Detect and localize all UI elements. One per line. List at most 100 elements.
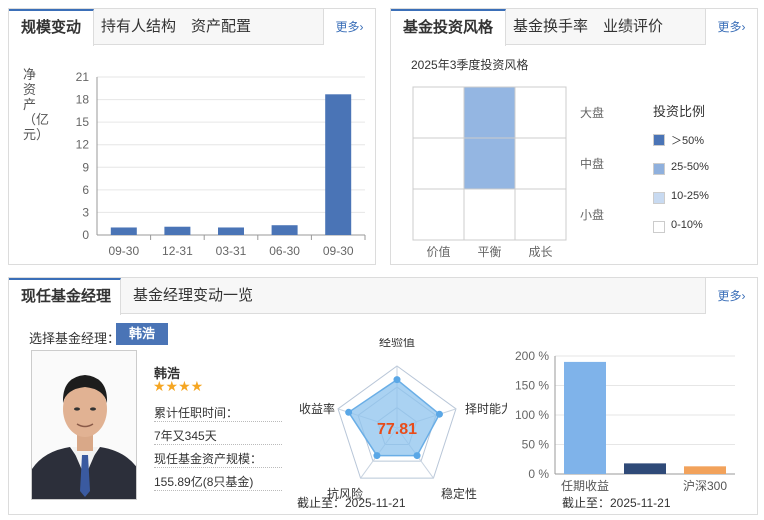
- col-label: 成长: [528, 245, 552, 259]
- radar-point: [345, 408, 353, 416]
- legend-label: 25-50%: [671, 161, 709, 173]
- legend-label: 10-25%: [671, 190, 709, 202]
- style-cell: [514, 188, 567, 241]
- bar: [218, 227, 244, 235]
- aum-value: 155.89亿(8只基金): [154, 475, 254, 489]
- bar: [164, 226, 191, 235]
- row-label: 大盘: [580, 105, 604, 120]
- scale-more-link[interactable]: 更多›: [323, 9, 375, 45]
- style-cell: [463, 188, 516, 241]
- rating-stars: ★★★★: [153, 378, 204, 394]
- y-tick-label: 150 %: [515, 379, 549, 393]
- y-tick-label: 18: [76, 93, 90, 107]
- y-tick-label: 0 %: [528, 467, 549, 481]
- legend-swatch: [653, 134, 665, 146]
- style-cell: [412, 86, 465, 139]
- divider: [154, 421, 282, 422]
- manager-more-link[interactable]: 更多›: [705, 278, 757, 314]
- select-manager-label: 选择基金经理：: [29, 331, 121, 346]
- y-tick-label: 6: [82, 183, 89, 197]
- radar-point: [413, 452, 421, 460]
- y-tick-label: 15: [76, 115, 90, 129]
- y-tick-label: 0: [82, 228, 89, 242]
- y-tick-label: 200 %: [515, 349, 549, 363]
- y-tick-label: 3: [82, 205, 89, 219]
- radar-point: [435, 410, 443, 418]
- radar-axis-label: 经验值: [379, 338, 415, 349]
- chevron-right-icon: ›: [741, 20, 746, 34]
- aum-label: 现任基金资产规模：: [154, 452, 263, 466]
- style-cell: [412, 137, 465, 190]
- radar-score: 77.81: [377, 421, 417, 438]
- scale-panel: 规模变动 持有人结构 资产配置 更多› 净资产（亿元） 0 3 6 9 12 15 18 21…: [8, 8, 376, 265]
- col-label: 平衡: [477, 245, 501, 259]
- style-tabs: 基金投资风格 基金换手率 业绩评价 更多›: [391, 9, 757, 46]
- tenure-value: 7年又345天: [154, 429, 217, 443]
- bar: [684, 466, 726, 474]
- bar: [325, 94, 352, 235]
- x-tick-label: 任期收益: [561, 479, 609, 493]
- tab-holder-structure[interactable]: 持有人结构: [89, 9, 188, 45]
- manager-avatar: [32, 351, 136, 499]
- legend-label: 0-10%: [671, 219, 703, 231]
- bar: [110, 227, 137, 235]
- bar: [624, 463, 666, 474]
- radar-point: [393, 376, 401, 384]
- tab-scale-change[interactable]: 规模变动: [9, 9, 95, 46]
- tab-manager-history[interactable]: 基金经理变动一览: [121, 278, 265, 314]
- chevron-right-icon: ›: [359, 20, 364, 34]
- y-tick-label: 50 %: [522, 438, 550, 452]
- bar-date: 截止至：2025-11-21: [562, 496, 671, 510]
- x-tick-label: 09-30: [108, 244, 139, 258]
- style-cell: [412, 188, 465, 241]
- divider: [154, 490, 282, 491]
- tab-asset-allocation[interactable]: 资产配置: [179, 9, 263, 45]
- radar-point: [373, 452, 381, 460]
- row-label: 中盘: [580, 156, 604, 171]
- legend-swatch: [653, 163, 665, 175]
- legend-label: ＞50%: [671, 135, 705, 147]
- ability-radar-chart: 77.81经验值择时能力稳定性抗风险收益率: [299, 338, 507, 501]
- x-tick-label: 12-31: [162, 244, 193, 258]
- row-label: 小盘: [580, 207, 604, 222]
- x-tick-label: 沪深300: [683, 479, 727, 493]
- style-cell: [514, 86, 567, 139]
- tab-performance-eval[interactable]: 业绩评价: [591, 9, 675, 45]
- x-tick-label: 06-30: [269, 244, 300, 258]
- tenure-label: 累计任职时间：: [154, 406, 239, 420]
- y-tick-label: 9: [82, 160, 89, 174]
- tab-investment-style[interactable]: 基金投资风格: [391, 9, 507, 46]
- tab-current-manager[interactable]: 现任基金经理: [9, 278, 121, 315]
- x-tick-label: 03-31: [216, 244, 247, 258]
- radar-date: 截止至：2025-11-21: [297, 496, 406, 510]
- manager-photo: [31, 350, 137, 500]
- legend-swatch: [653, 192, 665, 204]
- divider: [154, 467, 282, 468]
- manager-select-button[interactable]: 韩浩: [116, 323, 168, 345]
- manager-panel: 现任基金经理 基金经理变动一览 更多› 选择基金经理： 韩浩 韩浩 ★★★★ 累…: [8, 277, 758, 515]
- y-tick-label: 100 %: [515, 408, 549, 422]
- y-tick-label: 12: [76, 138, 90, 152]
- divider: [154, 444, 282, 445]
- legend-title: 投资比例: [653, 104, 706, 119]
- col-label: 价值: [426, 244, 450, 259]
- style-box-grid: 大盘中盘小盘价值 平衡 成长: [412, 86, 604, 259]
- style-cell: [463, 86, 516, 139]
- style-cell: [514, 137, 567, 190]
- style-cell: [463, 137, 516, 190]
- radar-axis-label: 稳定性: [441, 486, 477, 501]
- legend-swatch: [653, 221, 665, 233]
- x-tick-label: 09-30: [323, 244, 354, 258]
- style-panel: 基金投资风格 基金换手率 业绩评价 更多› 2025年3季度投资风格 大盘 中盘小…: [390, 8, 758, 265]
- scale-bar-chart: 0 3 6 9 12 15 18 21 09-30 12-31 03-31 06-30 09-30: [76, 70, 366, 258]
- chevron-right-icon: ›: [741, 289, 746, 303]
- radar-axis-label: 收益率: [299, 401, 335, 416]
- performance-bar-chart: 0 % 50 % 100 % 150 % 200 % 任期收益 沪深300: [515, 349, 735, 493]
- bar: [271, 225, 298, 235]
- tab-turnover-rate[interactable]: 基金换手率: [501, 9, 600, 45]
- scale-tabs: 规模变动 持有人结构 资产配置 更多›: [9, 9, 375, 46]
- bar: [564, 361, 606, 474]
- manager-tabs: 现任基金经理 基金经理变动一览 更多›: [9, 278, 757, 315]
- y-tick-label: 21: [76, 70, 90, 84]
- style-more-link[interactable]: 更多›: [705, 9, 757, 45]
